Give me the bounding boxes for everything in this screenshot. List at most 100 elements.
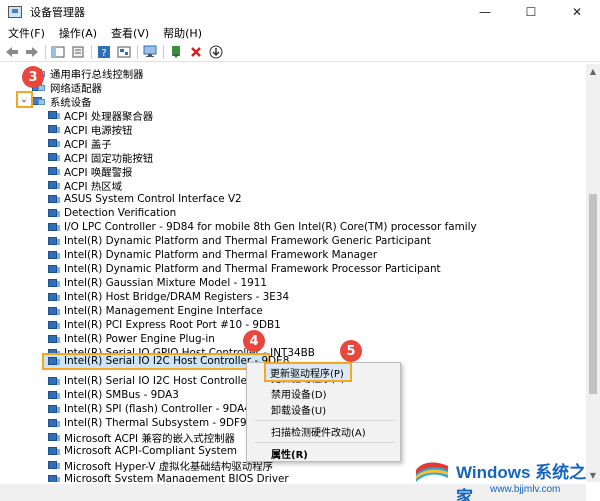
tree-item[interactable]: Detection Verification <box>48 206 176 220</box>
tree-item-label: I/O LPC Controller - 9D84 for mobile 8th… <box>64 221 477 233</box>
tree-item-label: Detection Verification <box>64 207 177 219</box>
update-driver-icon[interactable] <box>168 44 184 60</box>
scan-monitor-icon[interactable] <box>142 44 158 60</box>
menu-item-disable-device[interactable]: 禁用设备(D) <box>271 385 327 401</box>
menu-item-uninstall-device[interactable]: 卸载设备(U) <box>271 401 326 417</box>
device-icon <box>48 376 60 386</box>
tree-item[interactable]: ASUS System Control Interface V2 <box>48 192 242 206</box>
properties-sheet-icon[interactable] <box>70 44 86 60</box>
tree-item[interactable]: ACPI 处理器聚合器 <box>48 108 153 123</box>
device-icon <box>48 208 60 218</box>
tree-item-label: ACPI 唤醒警报 <box>64 166 133 179</box>
forward-arrow-icon[interactable] <box>24 44 40 60</box>
tree-item[interactable]: ACPI 盖子 <box>48 136 112 151</box>
maximize-button[interactable]: ☐ <box>508 0 554 24</box>
toolbar-divider <box>45 44 46 59</box>
scroll-thumb[interactable] <box>589 194 597 394</box>
device-icon <box>48 446 60 456</box>
tree-item[interactable]: ACPI 固定功能按钮 <box>48 150 153 165</box>
tree-item[interactable]: Microsoft System Management BIOS Driver <box>48 472 289 482</box>
tree-item[interactable]: Intel(R) Dynamic Platform and Thermal Fr… <box>48 234 431 248</box>
menu-help[interactable]: 帮助(H) <box>157 25 208 41</box>
tree-item-label: Intel(R) SPI (flash) Controller - 9DA4 <box>64 403 251 415</box>
device-icon <box>48 320 60 330</box>
device-icon <box>48 278 60 288</box>
uninstall-x-icon[interactable] <box>188 44 204 60</box>
tree-category-label: 通用串行总线控制器 <box>50 68 144 81</box>
help-icon[interactable]: ? <box>96 44 112 60</box>
window-controls: — ☐ ✕ <box>462 0 600 24</box>
menu-item-properties[interactable]: 属性(R) <box>271 445 308 461</box>
windows-logo-icon <box>416 462 448 482</box>
minimize-button[interactable]: — <box>462 0 508 24</box>
tree-item-label: Intel(R) Dynamic Platform and Thermal Fr… <box>64 235 431 247</box>
tree-item-label: Intel(R) Power Engine Plug-in <box>64 333 215 345</box>
device-icon <box>48 138 60 148</box>
site-watermark: Windows 系统之家 www.bjjmlv.com <box>408 452 600 501</box>
tree-item[interactable]: I/O LPC Controller - 9D84 for mobile 8th… <box>48 220 477 234</box>
tree-item[interactable]: Intel(R) Dynamic Platform and Thermal Fr… <box>48 248 377 262</box>
menu-view[interactable]: 查看(V) <box>105 25 155 41</box>
vertical-scrollbar[interactable]: ▲ ▼ <box>586 64 600 482</box>
tree-item[interactable]: Intel(R) Thermal Subsystem - 9DF9 <box>48 416 247 430</box>
tree-item[interactable]: Intel(R) SMBus - 9DA3 <box>48 388 179 402</box>
step-badge-5: 5 <box>340 340 362 362</box>
chevron-down-icon[interactable]: ⌄ <box>18 94 30 106</box>
back-arrow-icon[interactable] <box>4 44 20 60</box>
device-icon <box>48 222 60 232</box>
device-manager-icon <box>8 6 22 18</box>
device-icon <box>48 236 60 246</box>
device-icon <box>48 418 60 428</box>
menu-divider <box>255 420 395 421</box>
tree-item[interactable]: Intel(R) Gaussian Mixture Model - 1911 <box>48 276 267 290</box>
tree-item-label: Intel(R) PCI Express Root Port #10 - 9DB… <box>64 319 281 331</box>
tree-item-label: Intel(R) Host Bridge/DRAM Registers - 3E… <box>64 291 290 303</box>
tree-item[interactable]: Intel(R) Host Bridge/DRAM Registers - 3E… <box>48 290 289 304</box>
tree-item-label: Microsoft ACPI 兼容的嵌入式控制器 <box>64 432 235 445</box>
device-icon <box>48 460 60 470</box>
show-hide-tree-icon[interactable] <box>50 44 66 60</box>
device-icon <box>48 264 60 274</box>
tree-item-label: Microsoft System Management BIOS Driver <box>64 473 289 482</box>
scroll-up-arrow-icon[interactable]: ▲ <box>586 64 600 78</box>
device-icon <box>48 250 60 260</box>
menu-file[interactable]: 文件(F) <box>2 25 51 41</box>
device-icon <box>48 124 60 134</box>
tree-item[interactable]: Intel(R) Management Engine Interface <box>48 304 263 318</box>
tree-item[interactable]: Microsoft ACPI-Compliant System <box>48 444 237 458</box>
tree-item[interactable]: Intel(R) SPI (flash) Controller - 9DA4 <box>48 402 251 416</box>
menu-divider <box>255 442 395 443</box>
menu-item-update-driver-highlighted[interactable]: 更新驱动程序(P) <box>270 364 344 380</box>
device-icon <box>48 404 60 414</box>
close-button[interactable]: ✕ <box>554 0 600 24</box>
device-icon <box>48 334 60 344</box>
tree-item[interactable]: Intel(R) Dynamic Platform and Thermal Fr… <box>48 262 441 276</box>
device-icon <box>48 110 60 120</box>
device-icon <box>48 432 60 442</box>
menu-action[interactable]: 操作(A) <box>53 25 103 41</box>
tree-item-label: Intel(R) Gaussian Mixture Model - 1911 <box>64 277 268 289</box>
tree-category-usb[interactable]: 通用串行总线控制器 <box>32 66 144 81</box>
tree-item[interactable]: Intel(R) Power Engine Plug-in <box>48 332 215 346</box>
tree-item[interactable]: ACPI 唤醒警报 <box>48 164 133 179</box>
tree-category-system-devices[interactable]: 系统设备 <box>32 94 92 109</box>
tree-item[interactable]: Microsoft Hyper-V 虚拟化基础结构驱动程序 <box>48 458 273 473</box>
device-view-icon[interactable] <box>116 44 132 60</box>
tree-category-label: 系统设备 <box>50 96 92 109</box>
device-icon <box>48 152 60 162</box>
tree-item-label: Microsoft Hyper-V 虚拟化基础结构驱动程序 <box>64 460 273 473</box>
tree-item[interactable]: Intel(R) PCI Express Root Port #10 - 9DB… <box>48 318 281 332</box>
toolbar-divider <box>91 44 92 59</box>
menu-item-scan-hardware[interactable]: 扫描检测硬件改动(A) <box>271 423 366 439</box>
tree-item[interactable]: Microsoft ACPI 兼容的嵌入式控制器 <box>48 430 235 445</box>
tree-item-label: Intel(R) SMBus - 9DA3 <box>64 389 179 401</box>
title-bar: 设备管理器 — ☐ ✕ <box>0 0 600 24</box>
device-icon <box>48 166 60 176</box>
download-circle-icon[interactable] <box>208 44 224 60</box>
device-icon <box>48 306 60 316</box>
tree-item[interactable]: ACPI 热区域 <box>48 178 122 193</box>
device-icon <box>48 292 60 302</box>
tree-item-label: Intel(R) Dynamic Platform and Thermal Fr… <box>64 249 378 261</box>
device-icon <box>48 180 60 190</box>
tree-item[interactable]: ACPI 电源按钮 <box>48 122 132 137</box>
